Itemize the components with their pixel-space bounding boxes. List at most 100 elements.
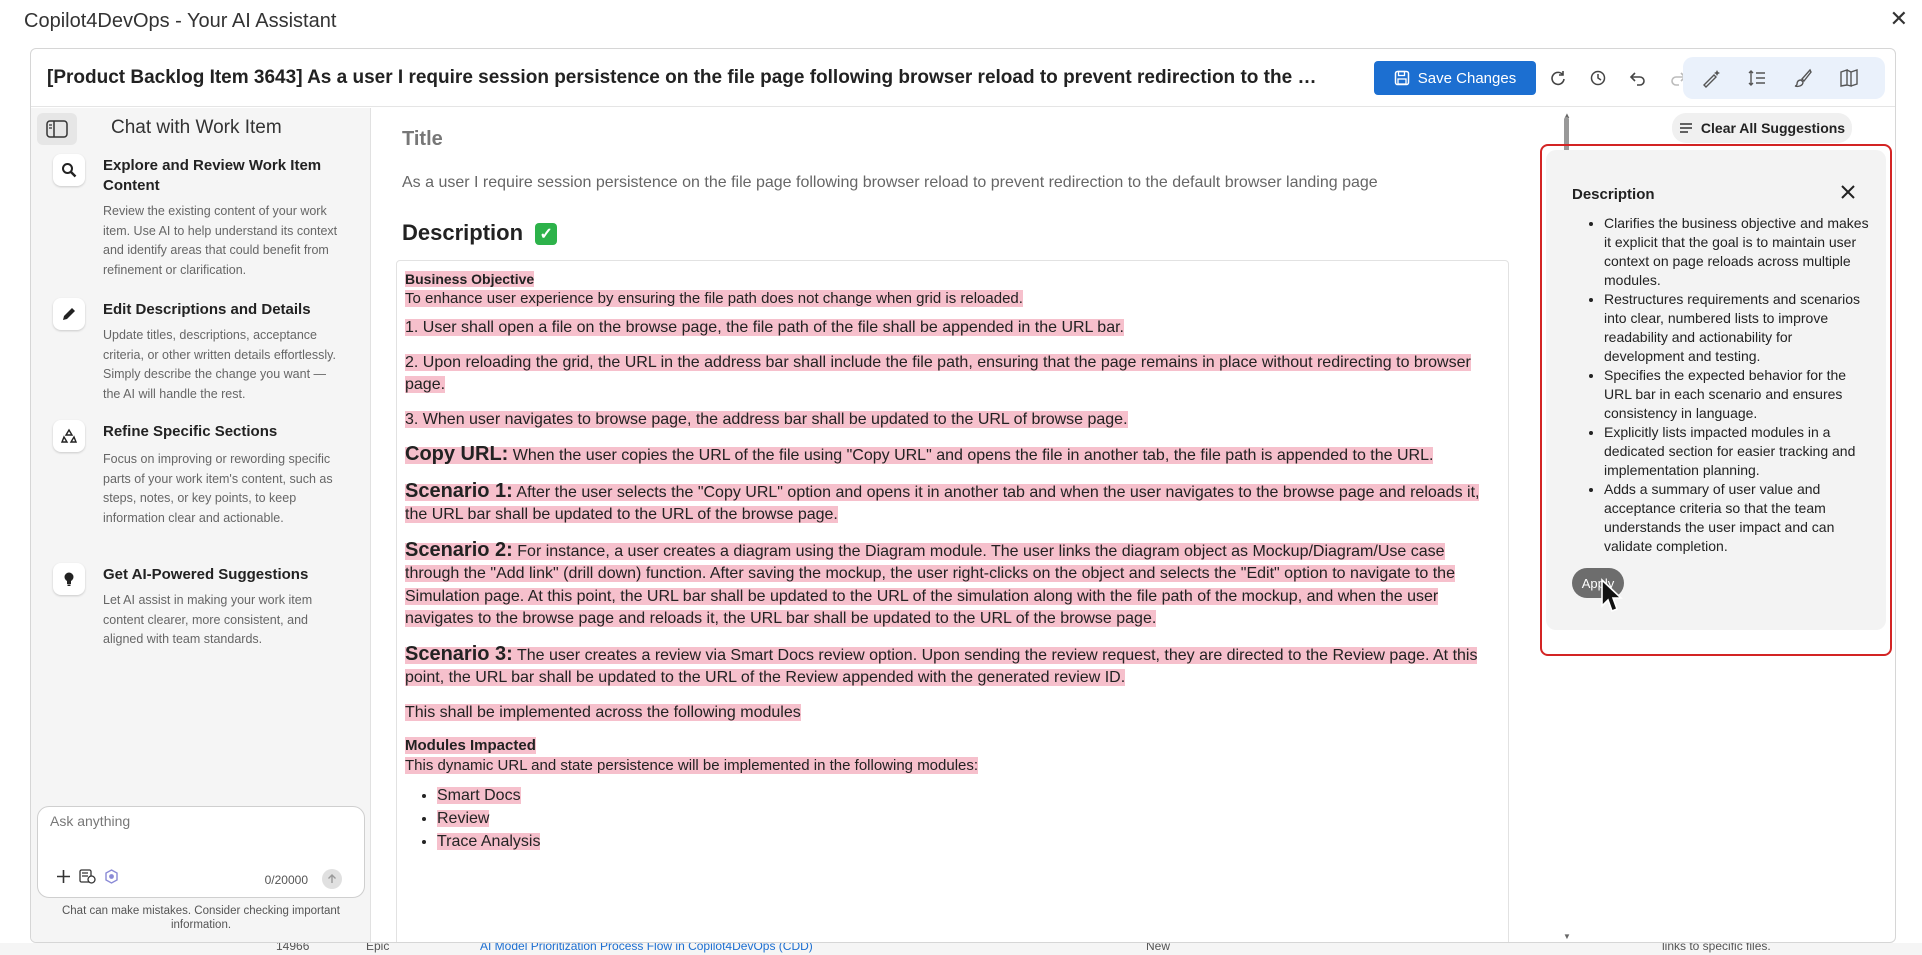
requirement-step-2: 2. Upon reloading the grid, the URL in t… [405, 353, 1471, 393]
list-item: Adds a summary of user value and accepta… [1604, 480, 1872, 556]
feature-heading: Explore and Review Work Item Content [103, 157, 322, 194]
line-spacing-tool[interactable] [1743, 64, 1771, 92]
suggestion-list: Clarifies the business objective and mak… [1604, 214, 1872, 556]
feature-heading: Edit Descriptions and Details [103, 301, 311, 318]
pencil-icon [53, 298, 85, 330]
modules-implementation-line: This shall be implemented across the fol… [405, 703, 801, 721]
history-button[interactable] [1584, 64, 1612, 92]
undo-button[interactable] [1624, 64, 1652, 92]
save-icon [1394, 70, 1410, 86]
business-objective-heading: Business Objective [405, 271, 535, 287]
modules-list: Smart Docs Review Trace Analysis [437, 784, 1500, 853]
business-objective-text: To enhance user experience by ensuring t… [405, 290, 1023, 307]
clear-list-icon [1679, 123, 1692, 133]
feature-heading: Get AI-Powered Suggestions [103, 566, 309, 583]
feature-description: Update titles, descriptions, acceptance … [103, 328, 336, 401]
arrow-up-icon [328, 874, 336, 883]
window-title: Copilot4DevOps - Your AI Assistant [24, 10, 337, 32]
list-item: Review [437, 807, 1500, 830]
list-item: Smart Docs [437, 784, 1500, 807]
chat-input-placeholder[interactable]: Ask anything [50, 813, 130, 829]
feature-description: Let AI assist in making your work item c… [103, 593, 313, 646]
suggestion-card: Description Clarifies the business objec… [1546, 150, 1886, 630]
feature-suggestions: Get AI-Powered Suggestions Let AI assist… [53, 563, 353, 653]
clear-all-suggestions-button[interactable]: Clear All Suggestions [1672, 113, 1852, 143]
title-field-value[interactable]: As a user I require session persistence … [402, 174, 1378, 192]
window-titlebar: Copilot4DevOps - Your AI Assistant ✕ [0, 0, 1922, 44]
requirement-step-3: 3. When user navigates to browse page, t… [405, 410, 1128, 428]
underlying-type: Epic [366, 943, 390, 953]
sidebar-toggle-button[interactable] [37, 113, 77, 145]
save-changes-button[interactable]: Save Changes [1374, 61, 1536, 95]
modules-intro-text: This dynamic URL and state persistence w… [405, 757, 979, 774]
search-icon [53, 154, 85, 186]
title-field-label: Title [402, 128, 443, 150]
magic-pen-icon [1703, 70, 1720, 88]
feature-description: Review the existing content of your work… [103, 204, 338, 277]
work-item-title: [Product Backlog Item 3643] As a user I … [47, 67, 1317, 88]
undo-icon [1629, 72, 1645, 86]
work-item-editor: Title As a user I require session persis… [372, 108, 1556, 942]
underlying-state: New [1146, 943, 1171, 953]
copy-url-text: When the user copies the URL of the file… [508, 447, 1434, 464]
paintbrush-icon [1794, 68, 1812, 88]
ai-write-tool[interactable] [1697, 64, 1725, 92]
description-editor[interactable]: Business Objective To enhance user exper… [396, 260, 1509, 942]
scenario-1-text: After the user selects the "Copy URL" op… [405, 483, 1480, 524]
chat-tools [56, 869, 119, 888]
window-close-button[interactable]: ✕ [1890, 6, 1908, 32]
scenario-3-heading: Scenario 3: [405, 642, 513, 665]
sidebar-panel-icon [46, 120, 68, 138]
suggestion-card-title: Description [1572, 186, 1655, 203]
feature-heading: Refine Specific Sections [103, 423, 278, 440]
sidebar-title: Chat with Work Item [111, 117, 282, 138]
list-item: Explicitly lists impacted modules in a d… [1604, 423, 1872, 480]
work-item-header: [Product Backlog Item 3643] As a user I … [31, 49, 1895, 107]
ai-model-icon[interactable] [104, 869, 119, 888]
description-field-label: Description ✓ [402, 220, 558, 246]
checkmark-icon: ✓ [535, 223, 558, 246]
close-icon [1841, 185, 1855, 199]
reader-tool[interactable] [1835, 64, 1863, 92]
refresh-button[interactable] [1544, 64, 1572, 92]
dismiss-suggestion-button[interactable] [1840, 180, 1856, 206]
scenario-3-text: The user creates a review via Smart Docs… [405, 646, 1478, 687]
list-item: Restructures requirements and scenarios … [1604, 290, 1872, 366]
suggestion-selection: Description Clarifies the business objec… [1540, 144, 1892, 656]
underlying-page: 14966 Epic AI Model Prioritization Proce… [0, 943, 1922, 955]
add-icon[interactable] [56, 869, 71, 888]
feature-explore: Explore and Review Work Item Content Rev… [53, 154, 353, 277]
scenario-2-text: For instance, a user creates a diagram u… [405, 542, 1455, 628]
save-changes-label: Save Changes [1417, 69, 1517, 87]
scenario-1-heading: Scenario 1: [405, 479, 513, 502]
list-item: Trace Analysis [437, 830, 1500, 853]
feature-refine: Refine Specific Sections Focus on improv… [53, 420, 353, 530]
list-item: Clarifies the business objective and mak… [1604, 214, 1872, 290]
description-label-text: Description [402, 220, 524, 245]
lightbulb-icon [53, 563, 85, 595]
feature-description: Focus on improving or rewording specific… [103, 452, 333, 525]
chat-disclaimer: Chat can make mistakes. Consider checkin… [61, 905, 341, 931]
history-icon [1590, 70, 1606, 86]
book-icon [1840, 69, 1858, 87]
refresh-icon [1551, 71, 1565, 86]
chat-sidebar: Chat with Work Item Explore and Review W… [31, 108, 371, 942]
recycle-icon [53, 420, 85, 452]
copy-url-heading: Copy URL: [405, 443, 509, 465]
underlying-id: 14966 [276, 943, 310, 953]
mouse-cursor-icon [1601, 578, 1624, 613]
underlying-title[interactable]: AI Model Prioritization Process Flow in … [480, 943, 813, 953]
chat-input-box[interactable]: Ask anything 0/20000 [37, 806, 365, 898]
underlying-extra: links to specific files. [1662, 943, 1771, 953]
chat-character-counter: 0/20000 [264, 873, 308, 887]
clear-all-label: Clear All Suggestions [1700, 120, 1846, 136]
requirement-step-1: 1. User shall open a file on the browse … [405, 319, 1124, 336]
ai-tools-group [1683, 57, 1885, 99]
scroll-down-icon[interactable]: ▼ [1563, 932, 1571, 941]
format-brush-tool[interactable] [1789, 64, 1817, 92]
feature-edit: Edit Descriptions and Details Update tit… [53, 298, 353, 408]
modules-impacted-heading: Modules Impacted [405, 737, 536, 754]
scenario-2-heading: Scenario 2: [405, 538, 513, 561]
send-button[interactable] [322, 869, 342, 889]
attach-context-icon[interactable] [79, 869, 96, 888]
